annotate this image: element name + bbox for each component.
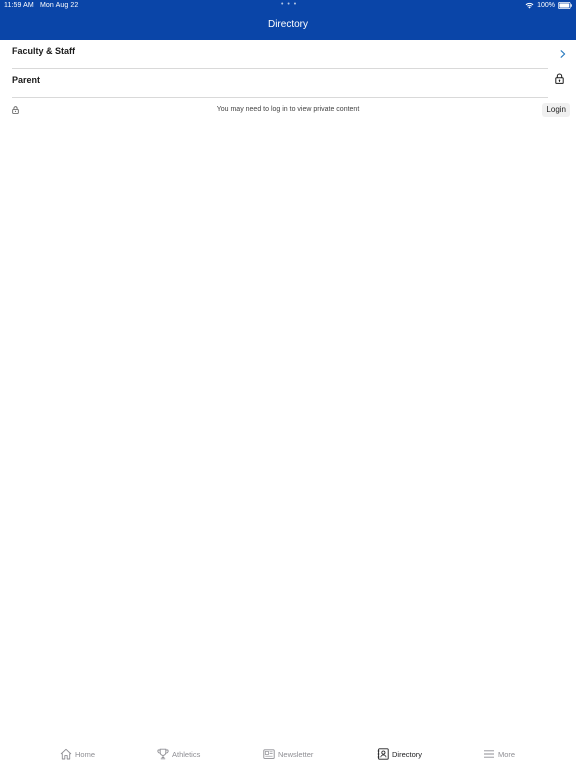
directory-item-parent[interactable]: Parent (0, 69, 576, 98)
battery-icon (558, 2, 572, 9)
tab-directory[interactable]: Directory (377, 746, 422, 762)
nav-header: 11:59 AM Mon Aug 22 • • • 100% Directory (0, 0, 576, 40)
directory-list: Faculty & Staff Parent (0, 40, 576, 98)
status-right: 100% (525, 2, 572, 9)
directory-icon (377, 748, 389, 760)
tab-newsletter[interactable]: Newsletter (263, 746, 313, 762)
directory-item-label: Faculty & Staff (12, 46, 76, 56)
tab-label: More (498, 749, 516, 759)
divider (12, 97, 548, 98)
directory-screen: 11:59 AM Mon Aug 22 • • • 100% Directory (0, 0, 576, 768)
tab-bar: Home Athletics Newsletter Directory More (0, 738, 576, 768)
page-title: Directory (267, 19, 308, 30)
login-button[interactable]: Login (542, 103, 570, 117)
tab-home[interactable]: Home (60, 746, 95, 762)
tab-label: Newsletter (278, 749, 314, 759)
wifi-icon (525, 2, 534, 9)
trophy-icon (157, 748, 169, 760)
tab-label: Directory (392, 749, 423, 759)
login-notice-text: You may need to log in to view private c… (216, 106, 360, 113)
directory-item-faculty-staff[interactable]: Faculty & Staff (0, 40, 576, 69)
multitasking-dots[interactable]: • • • (281, 1, 297, 8)
home-icon (60, 748, 72, 760)
status-date-text: Mon Aug 22 (40, 2, 79, 9)
chevron-right-icon (560, 50, 566, 58)
tab-label: Home (75, 749, 96, 759)
status-time-text: 11:59 AM (4, 2, 34, 9)
menu-icon (484, 750, 494, 758)
lock-icon (555, 73, 564, 84)
directory-item-label: Parent (12, 75, 41, 85)
tab-athletics[interactable]: Athletics (157, 746, 200, 762)
login-notice: You may need to log in to view private c… (0, 100, 576, 120)
newsletter-icon (263, 749, 275, 759)
status-time: 11:59 AM Mon Aug 22 (4, 2, 78, 9)
battery-percent: 100% (537, 2, 555, 9)
tab-label: Athletics (172, 749, 201, 759)
status-bar: 11:59 AM Mon Aug 22 • • • 100% (0, 0, 576, 12)
tab-more[interactable]: More (483, 746, 515, 762)
